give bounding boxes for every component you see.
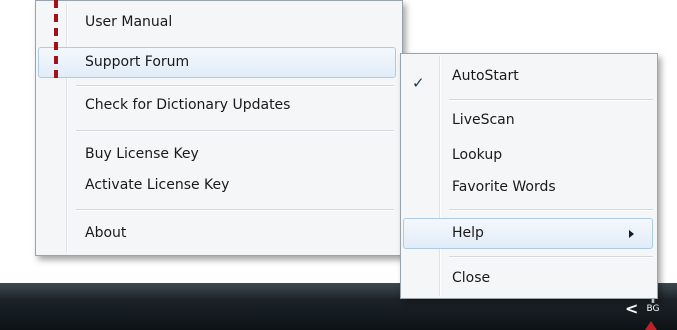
show-hidden-icons-chevron-icon[interactable]: <	[625, 299, 638, 318]
menu-item-label: Lookup	[452, 147, 503, 163]
menu-separator	[449, 209, 653, 211]
help-submenu: User Manual Support Forum Check for Dict…	[35, 0, 403, 256]
menu-gutter-highlight	[440, 56, 441, 296]
menu-separator	[76, 209, 394, 211]
tray-pointer-arrow-icon	[645, 321, 657, 330]
menu-item-label: Check for Dictionary Updates	[85, 97, 291, 113]
tray-context-menu: ✓ AutoStart LiveScan Lookup Favorite Wor…	[400, 53, 658, 299]
menu-item-label: User Manual	[85, 14, 173, 30]
language-bar-icon[interactable]: ▮ BG	[642, 296, 664, 318]
menu-item-label: About	[85, 225, 127, 241]
menu-item-close[interactable]: Close	[452, 264, 490, 292]
menu-gutter-highlight	[67, 3, 68, 253]
menu-item-label: LiveScan	[452, 112, 515, 128]
menu-item-livescan[interactable]: LiveScan	[452, 106, 515, 134]
menu-item-autostart[interactable]: ✓ AutoStart	[401, 62, 657, 92]
menu-separator	[449, 256, 653, 258]
menu-item-help[interactable]: Help	[403, 218, 653, 249]
menu-separator	[76, 130, 394, 132]
menu-item-label: Help	[452, 225, 484, 241]
menu-item-check-dictionary-updates[interactable]: Check for Dictionary Updates	[85, 91, 290, 119]
menu-item-support-forum[interactable]: Support Forum	[38, 47, 396, 78]
menu-separator	[76, 85, 394, 87]
menu-item-label: Support Forum	[85, 54, 190, 70]
menu-item-label: AutoStart	[452, 68, 519, 84]
menu-item-label: Close	[452, 270, 491, 286]
checkmark-icon: ✓	[412, 74, 425, 92]
language-indicator: BG	[646, 304, 660, 314]
menu-item-label: Favorite Words	[452, 179, 556, 195]
menu-item-lookup[interactable]: Lookup	[452, 141, 502, 169]
menu-item-buy-license-key[interactable]: Buy License Key	[85, 140, 199, 168]
menu-item-label: Buy License Key	[85, 146, 199, 162]
dashed-marker-line	[54, 0, 58, 82]
menu-item-activate-license-key[interactable]: Activate License Key	[85, 171, 229, 199]
menu-item-about[interactable]: About	[85, 219, 126, 247]
menu-item-favorite-words[interactable]: Favorite Words	[452, 173, 556, 201]
menu-separator	[449, 99, 653, 101]
submenu-arrow-icon	[629, 230, 634, 238]
menu-item-user-manual[interactable]: User Manual	[85, 8, 172, 36]
menu-item-label: Activate License Key	[85, 177, 230, 193]
